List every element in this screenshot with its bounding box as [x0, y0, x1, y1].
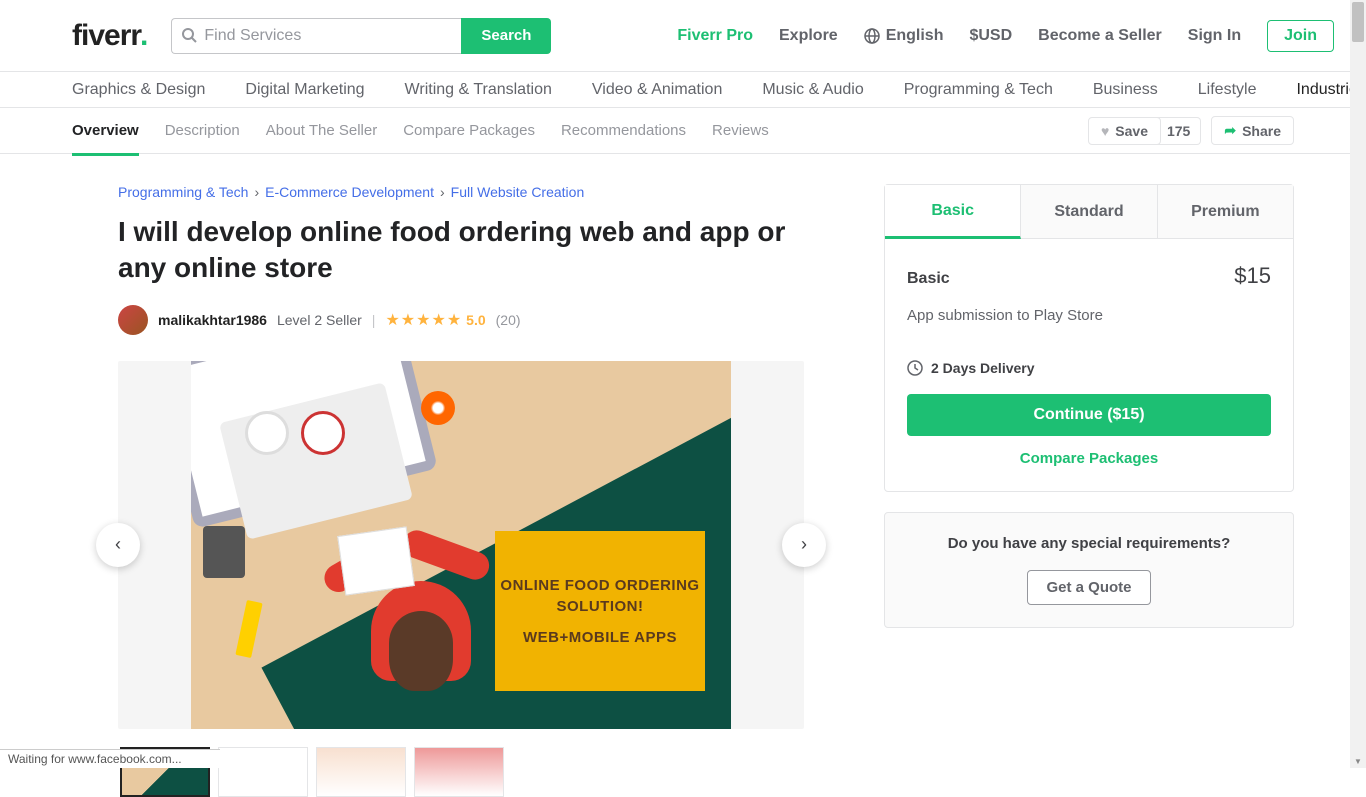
rating-count: (20)	[496, 312, 521, 328]
cat-graphics-design[interactable]: Graphics & Design	[72, 81, 205, 99]
package-delivery: 2 Days Delivery	[907, 360, 1271, 376]
save-count: 175	[1157, 117, 1201, 145]
star-icon: ★	[447, 310, 461, 330]
chevron-left-icon: ‹	[115, 534, 121, 555]
package-description: App submission to Play Store	[907, 307, 1271, 324]
divider: |	[372, 312, 376, 328]
cat-programming-tech[interactable]: Programming & Tech	[904, 81, 1053, 99]
pkg-tab-standard[interactable]: Standard	[1021, 185, 1157, 239]
seller-name[interactable]: malikakhtar1986	[158, 312, 267, 328]
pkg-tab-basic[interactable]: Basic	[885, 185, 1021, 239]
nav-fiverr-pro[interactable]: Fiverr Pro	[677, 27, 753, 45]
tab-recommendations[interactable]: Recommendations	[561, 108, 686, 153]
top-header: fiverr. Search Fiverr Pro Explore Englis…	[0, 0, 1366, 72]
nav-language[interactable]: English	[864, 27, 944, 45]
carousel-prev-button[interactable]: ‹	[96, 523, 140, 567]
browser-status-bar: Waiting for www.facebook.com...	[0, 749, 220, 768]
gig-title: I will develop online food ordering web …	[118, 214, 804, 287]
join-button[interactable]: Join	[1267, 20, 1334, 52]
quote-box: Do you have any special requirements? Ge…	[884, 512, 1294, 628]
gig-image-text: ONLINE FOOD ORDERING SOLUTION! WEB+MOBIL…	[495, 531, 705, 691]
cat-video-animation[interactable]: Video & Animation	[592, 81, 722, 99]
cat-digital-marketing[interactable]: Digital Marketing	[245, 81, 364, 99]
scroll-down-icon[interactable]: ▼	[1354, 757, 1362, 766]
carousel-next-button[interactable]: ›	[782, 523, 826, 567]
save-label: Save	[1115, 123, 1148, 139]
share-button[interactable]: ➦ Share	[1211, 116, 1294, 145]
save-button[interactable]: ♥ Save	[1088, 117, 1161, 145]
breadcrumb-3[interactable]: Full Website Creation	[451, 184, 585, 200]
right-column: Basic Standard Premium Basic $15 App sub…	[884, 184, 1294, 797]
breadcrumb-2[interactable]: E-Commerce Development	[265, 184, 434, 200]
main: Programming & Tech › E-Commerce Developmen…	[0, 154, 1366, 797]
seller-level: Level 2 Seller	[277, 312, 362, 328]
tab-reviews[interactable]: Reviews	[712, 108, 769, 153]
thumbnail-strip	[118, 747, 804, 797]
search-wrap: Search	[171, 18, 551, 54]
package-tabs: Basic Standard Premium	[885, 185, 1293, 239]
tab-overview[interactable]: Overview	[72, 108, 139, 156]
continue-button[interactable]: Continue ($15)	[907, 394, 1271, 436]
package-box: Basic Standard Premium Basic $15 App sub…	[884, 184, 1294, 492]
left-column: Programming & Tech › E-Commerce Developmen…	[118, 184, 804, 797]
delivery-text: 2 Days Delivery	[931, 360, 1035, 376]
compare-packages-link[interactable]: Compare Packages	[907, 450, 1271, 467]
scrollbar[interactable]: ▼	[1350, 0, 1366, 768]
seller-avatar[interactable]	[118, 305, 148, 335]
scrollbar-thumb[interactable]	[1352, 2, 1364, 42]
tab-about-seller[interactable]: About The Seller	[266, 108, 377, 153]
rating-value: 5.0	[466, 312, 485, 328]
search-button[interactable]: Search	[461, 18, 551, 54]
thumbnail-3[interactable]	[316, 747, 406, 797]
nav-sign-in[interactable]: Sign In	[1188, 27, 1241, 45]
heart-icon: ♥	[1101, 123, 1109, 139]
star-icon: ★	[416, 310, 430, 330]
nav-language-label: English	[886, 27, 944, 45]
breadcrumb-separator: ›	[440, 184, 445, 200]
carousel-image[interactable]: ONLINE FOOD ORDERING SOLUTION! WEB+MOBIL…	[191, 361, 731, 729]
star-icon: ★	[401, 310, 415, 330]
breadcrumbs: Programming & Tech › E-Commerce Developmen…	[118, 184, 804, 200]
seller-row: malikakhtar1986 Level 2 Seller | ★ ★ ★ ★…	[118, 305, 804, 335]
quote-question: Do you have any special requirements?	[907, 535, 1271, 552]
package-header: Basic $15	[907, 263, 1271, 289]
package-name: Basic	[907, 270, 950, 288]
cat-lifestyle[interactable]: Lifestyle	[1198, 81, 1257, 99]
image-carousel: ‹ ONLINE FOOD O	[118, 361, 804, 729]
logo-dot-icon: .	[140, 19, 147, 53]
sign-bottom-text: WEB+MOBILE APPS	[523, 629, 677, 646]
search-icon	[181, 27, 197, 43]
nav-right: Fiverr Pro Explore English $USD Become a…	[677, 20, 1334, 52]
cat-writing-translation[interactable]: Writing & Translation	[405, 81, 552, 99]
logo-text: fiverr	[72, 19, 141, 53]
package-body: Basic $15 App submission to Play Store 2…	[885, 239, 1293, 491]
tab-description[interactable]: Description	[165, 108, 240, 153]
search-input[interactable]	[171, 18, 461, 54]
category-bar: Graphics & Design Digital Marketing Writ…	[0, 72, 1366, 108]
thumbnail-4[interactable]	[414, 747, 504, 797]
package-price: $15	[1234, 263, 1271, 289]
tab-compare-packages[interactable]: Compare Packages	[403, 108, 535, 153]
nav-become-seller[interactable]: Become a Seller	[1038, 27, 1162, 45]
star-icon: ★	[385, 310, 399, 330]
chevron-right-icon: ›	[801, 534, 807, 555]
nav-explore[interactable]: Explore	[779, 27, 838, 45]
pkg-tab-premium[interactable]: Premium	[1158, 185, 1293, 239]
breadcrumb-separator: ›	[254, 184, 259, 200]
thumbnail-2[interactable]	[218, 747, 308, 797]
sign-top-text: ONLINE FOOD ORDERING SOLUTION!	[495, 575, 705, 617]
sub-nav: Overview Description About The Seller Co…	[0, 108, 1366, 154]
rating-stars: ★ ★ ★ ★ ★ 5.0	[385, 310, 485, 330]
star-icon: ★	[431, 310, 445, 330]
share-label: Share	[1242, 123, 1281, 139]
globe-icon	[864, 28, 880, 44]
clock-icon	[907, 360, 923, 376]
logo[interactable]: fiverr.	[72, 19, 147, 53]
breadcrumb-1[interactable]: Programming & Tech	[118, 184, 248, 200]
cat-music-audio[interactable]: Music & Audio	[762, 81, 863, 99]
share-icon: ➦	[1224, 122, 1236, 139]
nav-currency[interactable]: $USD	[969, 27, 1012, 45]
get-quote-button[interactable]: Get a Quote	[1027, 570, 1150, 605]
cat-business[interactable]: Business	[1093, 81, 1158, 99]
